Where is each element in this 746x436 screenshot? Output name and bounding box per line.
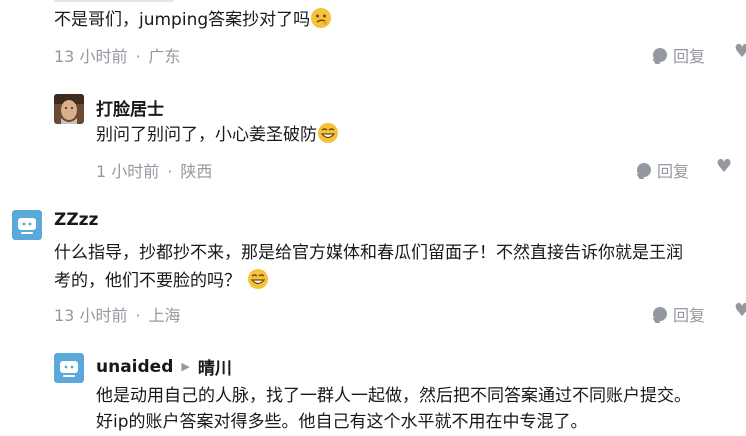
reply-header: unaided ▶ 晴川 bbox=[96, 354, 232, 380]
like-button[interactable]: ♥ bbox=[734, 42, 746, 61]
grin-emoji bbox=[317, 122, 339, 153]
avatar[interactable] bbox=[12, 210, 42, 240]
comment-location: 广东 bbox=[148, 47, 181, 66]
comment-3-line2: 考的，他们不要脸的吗？ bbox=[54, 271, 241, 291]
username[interactable]: 打脸居士 bbox=[96, 95, 164, 120]
smirk-emoji bbox=[310, 7, 332, 38]
like-heart-icon: ♥ bbox=[734, 41, 746, 62]
reply-label: 回复 bbox=[673, 306, 706, 325]
comment-time: 13 小时前 bbox=[54, 306, 128, 325]
reply-bubble-icon bbox=[637, 163, 651, 177]
comment-location: 陕西 bbox=[180, 162, 213, 181]
comment-location: 上海 bbox=[148, 306, 181, 325]
reply-button[interactable]: 回复 bbox=[653, 302, 705, 326]
avatar[interactable] bbox=[54, 94, 84, 124]
comment-2-meta: 1 小时前 · 陕西 bbox=[96, 162, 213, 181]
avatar-tv-icon bbox=[12, 210, 42, 240]
like-button[interactable]: ♥ bbox=[734, 301, 746, 320]
reply-label: 回复 bbox=[657, 162, 690, 181]
reply-label: 回复 bbox=[673, 47, 706, 66]
like-button[interactable]: ♥ bbox=[716, 157, 732, 176]
comment-4-line1: 他是动用自己的人脉，找了一群人一起做，然后把不同答案通过不同账户提交。 bbox=[96, 386, 691, 406]
reply-to-username[interactable]: 晴川 bbox=[198, 354, 232, 379]
comment-text: 不是哥们，jumping答案抄对了吗 bbox=[54, 6, 332, 38]
reply-button[interactable]: 回复 bbox=[653, 43, 705, 67]
avatar[interactable] bbox=[54, 353, 84, 383]
grin-emoji bbox=[247, 268, 269, 299]
comment-3-meta: 13 小时前 · 上海 bbox=[54, 306, 181, 325]
comment-4-line2: 好ip的账户答案对得多些。他自己有这个水平就不用在中专混了。 bbox=[96, 412, 588, 432]
avatar-photo bbox=[54, 94, 84, 124]
caret-right-icon: ▶ bbox=[181, 360, 190, 373]
username[interactable]: ZZzz bbox=[54, 210, 98, 230]
like-heart-icon: ♥ bbox=[716, 156, 733, 177]
comment-1-meta: 13 小时前 · 广东 bbox=[54, 47, 181, 66]
reply-button[interactable]: 回复 bbox=[637, 158, 689, 182]
reply-bubble-icon bbox=[653, 48, 667, 62]
comment-3-line1: 什么指导，抄都抄不来，那是给官方媒体和春瓜们留面子！不然直接告诉你就是王润 bbox=[54, 243, 683, 263]
comment-text: 别问了别问了，小心姜圣破防 bbox=[96, 121, 339, 153]
comment-time: 1 小时前 bbox=[96, 162, 160, 181]
like-heart-icon: ♥ bbox=[734, 300, 746, 321]
comment-text: 考的，他们不要脸的吗？ bbox=[54, 267, 269, 299]
reply-bubble-icon bbox=[653, 307, 667, 321]
comment-time: 13 小时前 bbox=[54, 47, 128, 66]
comment-1-text: 不是哥们，jumping答案抄对了吗 bbox=[54, 10, 311, 30]
comment-2-text: 别问了别问了，小心姜圣破防 bbox=[96, 125, 317, 145]
avatar-tv-icon bbox=[54, 353, 84, 383]
username[interactable]: unaided bbox=[96, 357, 173, 377]
